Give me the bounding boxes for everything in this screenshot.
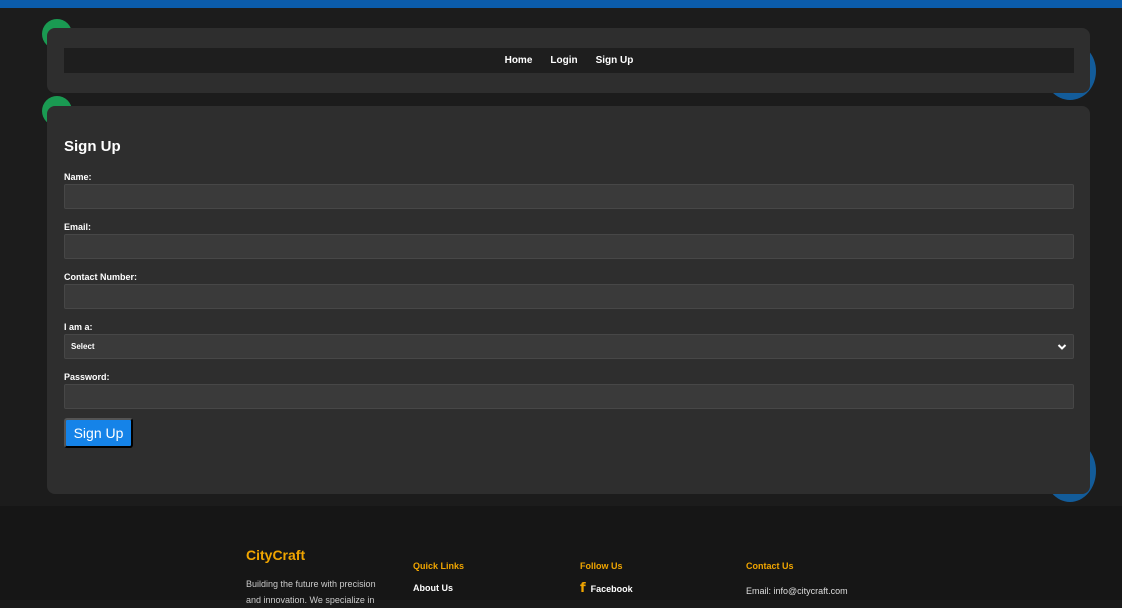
footer-about-text: Building the future with precision and i… xyxy=(246,579,376,605)
nav-link-login[interactable]: Login xyxy=(550,55,577,66)
footer-link-about-us[interactable]: About Us xyxy=(413,583,453,593)
chevron-down-icon xyxy=(1057,343,1067,350)
email-label: Email: xyxy=(64,222,92,232)
sign-up-button[interactable]: Sign Up xyxy=(64,418,133,448)
contact-number-input[interactable] xyxy=(64,284,1074,309)
quick-links-heading: Quick Links xyxy=(413,561,465,571)
role-select[interactable]: Select xyxy=(64,334,1074,359)
facebook-icon: f xyxy=(580,581,586,596)
email-input[interactable] xyxy=(64,234,1074,259)
facebook-label: Facebook xyxy=(590,583,633,594)
role-select-value: Select xyxy=(71,342,95,351)
contact-number-label: Contact Number: xyxy=(64,272,138,282)
footer: CityCraft Building the future with preci… xyxy=(0,506,1122,605)
navigation-bar: Home Login Sign Up xyxy=(64,48,1074,73)
signup-form-card: Sign Up Name: Email: Contact Number: I a… xyxy=(47,106,1090,494)
nav-link-signup[interactable]: Sign Up xyxy=(596,55,634,66)
form-title: Sign Up xyxy=(64,138,121,155)
follow-us-heading: Follow Us xyxy=(580,561,623,571)
contact-us-heading: Contact Us xyxy=(746,561,794,571)
password-input[interactable] xyxy=(64,384,1074,409)
footer-link-facebook[interactable]: f Facebook xyxy=(580,581,633,596)
contact-email: Email: info@citycraft.com xyxy=(746,586,848,596)
top-accent-bar xyxy=(0,0,1122,8)
footer-brand: CityCraft xyxy=(246,547,306,563)
navigation-card: Home Login Sign Up xyxy=(47,28,1090,93)
name-label: Name: xyxy=(64,172,92,182)
password-label: Password: xyxy=(64,372,110,382)
nav-link-home[interactable]: Home xyxy=(505,55,533,66)
role-label: I am a: xyxy=(64,322,93,332)
name-input[interactable] xyxy=(64,184,1074,209)
